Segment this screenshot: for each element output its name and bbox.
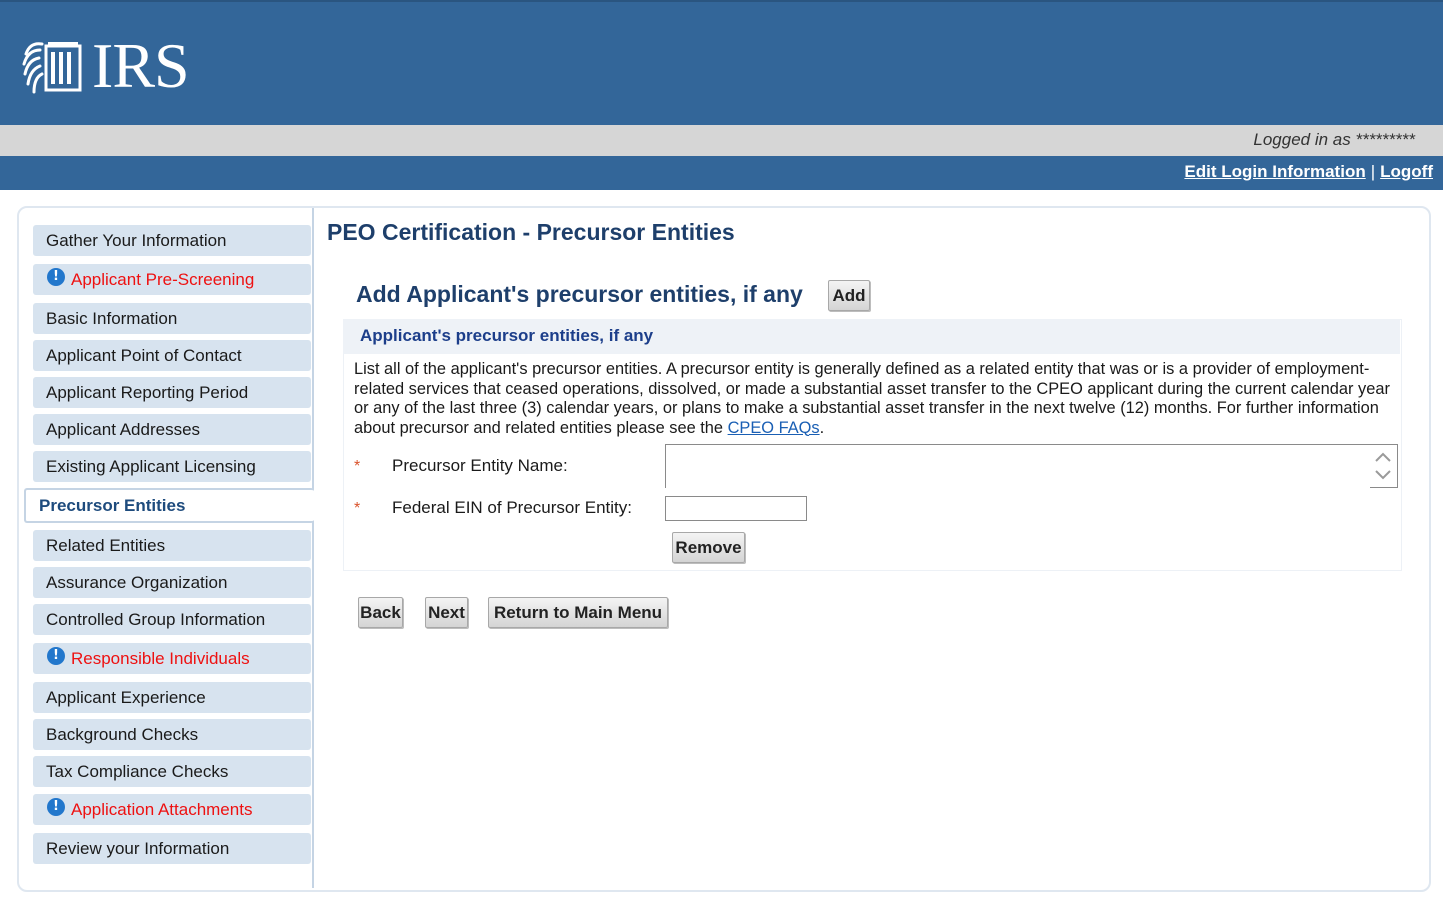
sidebar-item-label: Precursor Entities (39, 495, 186, 515)
sidebar-item-basic-information[interactable]: Basic Information (33, 303, 311, 334)
page-edge (1443, 0, 1451, 903)
precursor-entity-name-input[interactable] (666, 445, 1370, 489)
link-separator: | (1370, 162, 1376, 181)
sidebar-item-applicant-addresses[interactable]: Applicant Addresses (33, 414, 311, 445)
sidebar-item-label: Gather Your Information (46, 230, 227, 250)
sidebar-item-assurance-organization[interactable]: Assurance Organization (33, 567, 311, 598)
sidebar-item-applicant-experience[interactable]: Applicant Experience (33, 682, 311, 713)
account-link-bar: Edit Login Information | Logoff (0, 156, 1443, 190)
back-button[interactable]: Back (358, 597, 403, 628)
sidebar-item-label: Review your Information (46, 838, 230, 858)
sidebar-item-label: Applicant Addresses (46, 419, 201, 439)
info-circle-icon: ! (47, 797, 65, 816)
sidebar-item-background-checks[interactable]: Background Checks (33, 719, 311, 750)
account-links: Edit Login Information | Logoff (1184, 162, 1433, 182)
sidebar-item-responsible-individuals[interactable]: ! Responsible Individuals (33, 643, 311, 674)
panel-heading: Applicant's precursor entities, if any (360, 326, 654, 345)
required-marker: * (354, 458, 361, 475)
sidebar-item-tax-compliance-checks[interactable]: Tax Compliance Checks (33, 756, 311, 787)
sidebar-item-label: Assurance Organization (46, 572, 228, 592)
sidebar-item-gather-your-information[interactable]: Gather Your Information (33, 225, 311, 256)
logged-in-text: Logged in as ********* (1253, 130, 1415, 149)
add-section-heading: Add Applicant's precursor entities, if a… (356, 281, 803, 307)
remove-button[interactable]: Remove (672, 532, 745, 563)
sidebar-item-label: Basic Information (46, 308, 178, 328)
sidebar-item-label: Application Attachments (71, 799, 253, 819)
sidebar-item-label: Background Checks (46, 724, 199, 744)
sidebar-item-label: Applicant Point of Contact (46, 345, 242, 365)
sidebar-item-review-your-information[interactable]: Review your Information (33, 833, 311, 864)
sidebar-item-applicant-pre-screening[interactable]: ! Applicant Pre-Screening (33, 264, 311, 295)
sidebar-item-label: Applicant Pre-Screening (71, 269, 255, 289)
sidebar-item-label: Existing Applicant Licensing (46, 456, 256, 476)
sidebar-item-label: Related Entities (46, 535, 166, 555)
precursor-entity-name-label: Precursor Entity Name: (392, 456, 568, 475)
sidebar-item-application-attachments[interactable]: ! Application Attachments (33, 794, 311, 825)
federal-ein-label: Federal EIN of Precursor Entity: (392, 498, 632, 517)
federal-ein-input[interactable] (665, 496, 807, 521)
sidebar-item-label: Applicant Experience (46, 687, 206, 707)
sidebar-item-label: Applicant Reporting Period (46, 382, 249, 402)
page-title: PEO Certification - Precursor Entities (327, 219, 735, 245)
sidebar-divider (312, 208, 314, 888)
panel-description: List all of the applicant's precursor en… (354, 360, 1394, 438)
login-status-bar: Logged in as ********* (0, 125, 1443, 156)
return-to-main-menu-button[interactable]: Return to Main Menu (488, 597, 668, 628)
sidebar-item-label: Tax Compliance Checks (46, 761, 229, 781)
next-button[interactable]: Next (425, 597, 468, 628)
sidebar-item-controlled-group-information[interactable]: Controlled Group Information (33, 604, 311, 635)
logoff-link[interactable]: Logoff (1380, 162, 1433, 181)
description-end: . (819, 418, 825, 437)
sidebar-item-applicant-point-of-contact[interactable]: Applicant Point of Contact (33, 340, 311, 371)
info-circle-icon: ! (47, 646, 65, 665)
sidebar-item-existing-applicant-licensing[interactable]: Existing Applicant Licensing (33, 451, 311, 482)
sidebar-item-precursor-entities[interactable]: Precursor Entities (24, 488, 314, 523)
edit-login-link[interactable]: Edit Login Information (1184, 162, 1365, 181)
sidebar-item-label: Controlled Group Information (46, 609, 266, 629)
sidebar-item-label: Responsible Individuals (71, 648, 250, 668)
cpeo-faqs-link[interactable]: CPEO FAQs (728, 419, 820, 437)
sidebar-item-related-entities[interactable]: Related Entities (33, 530, 311, 561)
eagle-emblem-icon (22, 42, 82, 94)
description-text: List all of the applicant's precursor en… (354, 360, 1390, 437)
required-marker: * (354, 500, 361, 517)
sidebar-item-applicant-reporting-period[interactable]: Applicant Reporting Period (33, 377, 311, 408)
scroll-spinner-icon[interactable] (1372, 447, 1394, 485)
info-circle-icon: ! (47, 267, 65, 286)
panel-header: Applicant's precursor entities, if any (343, 319, 1400, 354)
site-header: IRS (0, 0, 1443, 125)
precursor-entity-name-field[interactable] (665, 444, 1398, 489)
irs-logo[interactable]: IRS (22, 30, 190, 101)
add-button[interactable]: Add (828, 280, 870, 311)
logo-text: IRS (92, 30, 190, 101)
